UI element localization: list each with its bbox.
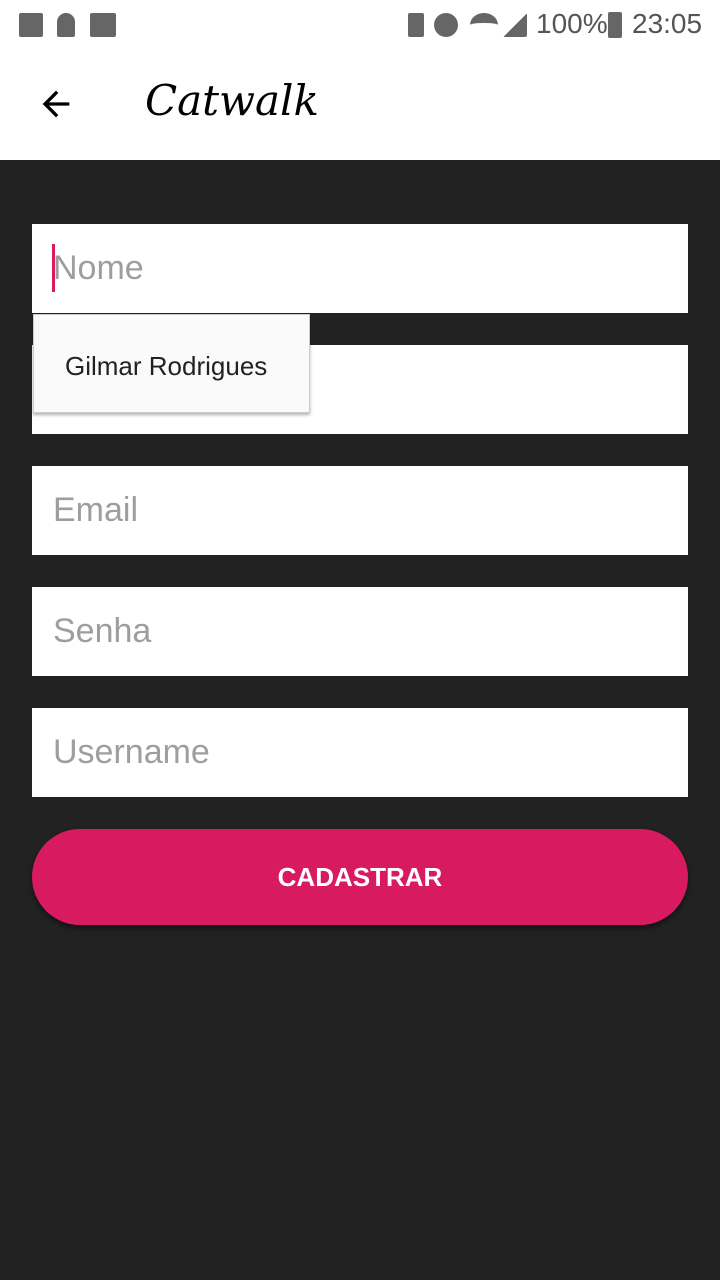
clock: 23:05 [632,8,703,39]
nome-input[interactable] [32,224,688,313]
back-arrow-icon[interactable] [36,84,76,124]
username-input[interactable] [32,708,688,797]
email-input[interactable] [32,466,688,555]
text-cursor [52,244,55,292]
app-bar: Catwalk [0,50,720,160]
status-bar: 100% 23:05 [0,0,720,50]
alarm-icon [434,13,458,37]
wifi-icon [470,13,498,37]
senha-input[interactable] [32,587,688,676]
voicemail-icon [90,13,116,37]
gallery-icon [19,13,43,37]
battery-saver-icon [408,13,424,37]
app-title: Catwalk [145,76,319,125]
signal-icon [503,13,527,37]
battery-percent: 100% [536,8,608,39]
rocket-icon [57,13,75,37]
battery-icon [608,12,622,38]
cadastrar-button[interactable]: CADASTRAR [32,829,688,925]
autocomplete-suggestion[interactable]: Gilmar Rodrigues [33,314,310,413]
